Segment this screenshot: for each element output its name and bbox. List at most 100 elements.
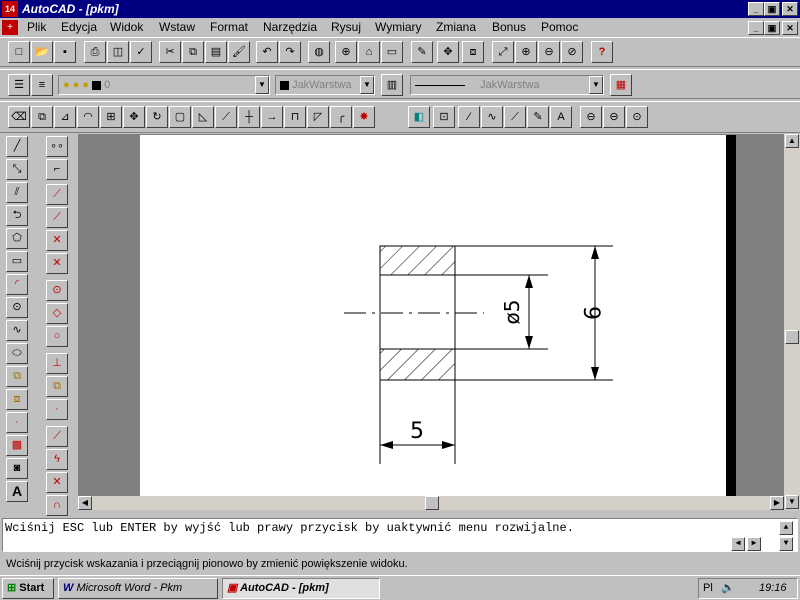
- pan-icon[interactable]: ✥: [437, 41, 459, 63]
- scroll-right-icon[interactable]: ▶: [770, 496, 784, 510]
- ucs-icon[interactable]: ▭: [381, 41, 403, 63]
- break-icon[interactable]: ⊓: [284, 106, 306, 128]
- doc-restore-button[interactable]: ▣: [764, 21, 780, 35]
- cut-icon[interactable]: ✂: [159, 41, 181, 63]
- chevron-down-icon[interactable]: ▼: [255, 76, 269, 94]
- object-snap-icon[interactable]: ⊕: [335, 41, 357, 63]
- menu-rysuj[interactable]: Rysuj: [331, 18, 361, 37]
- zoom-previous-icon[interactable]: ⊖: [538, 41, 560, 63]
- edit-multiline-icon[interactable]: ∕: [458, 106, 480, 128]
- polygon-icon[interactable]: ⬠: [6, 228, 28, 249]
- line-icon[interactable]: ╱: [6, 136, 28, 157]
- menu-narzedzia[interactable]: Narzędzia: [263, 18, 317, 37]
- doc-close-button[interactable]: ✕: [782, 21, 798, 35]
- menu-format[interactable]: Format: [210, 18, 248, 37]
- lower-hatched-section[interactable]: [379, 348, 456, 381]
- scroll-thumb-horizontal[interactable]: [425, 496, 439, 510]
- chamfer-icon[interactable]: ◸: [307, 106, 329, 128]
- circle-icon[interactable]: ⊙: [6, 297, 28, 318]
- stretch-icon[interactable]: ◺: [192, 106, 214, 128]
- chevron-down-icon[interactable]: ▼: [360, 76, 374, 94]
- snap-apparent-intersection-icon[interactable]: ✕: [46, 253, 68, 274]
- color-combo[interactable]: JakWarstwa ▼: [275, 75, 375, 95]
- restore-button[interactable]: ▣: [764, 2, 780, 16]
- dimension-text-hole[interactable]: ø5: [500, 300, 524, 325]
- close-button[interactable]: ✕: [782, 2, 798, 16]
- snap-center-icon[interactable]: ⊙: [46, 280, 68, 301]
- clock[interactable]: 19:16: [759, 579, 787, 598]
- edit-text-a-icon[interactable]: A: [550, 106, 572, 128]
- copy-object-icon[interactable]: ⧉: [31, 106, 53, 128]
- union-icon[interactable]: ⊖: [580, 106, 602, 128]
- edit-hatch-icon[interactable]: ∿: [481, 106, 503, 128]
- cmd-scroll-left-icon[interactable]: ◀: [731, 537, 745, 551]
- menu-edycja[interactable]: Edycja: [61, 18, 97, 37]
- cmd-scroll-right-icon[interactable]: ▶: [747, 537, 761, 551]
- upper-hatched-section[interactable]: [379, 245, 456, 276]
- snap-quick-icon[interactable]: ϟ: [46, 449, 68, 470]
- doc-minimize-button[interactable]: _: [748, 21, 764, 35]
- menu-wstaw[interactable]: Wstaw: [159, 18, 195, 37]
- snap-quadrant-icon[interactable]: ◇: [46, 303, 68, 324]
- explode-icon[interactable]: ✸: [353, 106, 375, 128]
- region-icon[interactable]: ◙: [6, 458, 28, 479]
- scroll-up-icon[interactable]: ▲: [785, 134, 799, 148]
- help-icon[interactable]: ?: [591, 41, 613, 63]
- menu-pomoc[interactable]: Pomoc: [541, 18, 578, 37]
- rotate-icon[interactable]: ↻: [146, 106, 168, 128]
- menu-wymiary[interactable]: Wymiary: [375, 18, 422, 37]
- array-icon[interactable]: ⊞: [100, 106, 122, 128]
- horizontal-scrollbar[interactable]: ◀ ▶: [78, 496, 784, 510]
- linetype-combo[interactable]: JakWarstwa ▼: [410, 75, 604, 95]
- fillet-icon[interactable]: ╭: [330, 106, 352, 128]
- offset-icon[interactable]: ◠: [77, 106, 99, 128]
- spell-check-icon[interactable]: ✓: [130, 41, 152, 63]
- scroll-thumb-vertical[interactable]: [785, 330, 799, 344]
- intersect-icon[interactable]: ⊙: [626, 106, 648, 128]
- open-folder-icon[interactable]: 📂: [31, 41, 53, 63]
- move-icon[interactable]: ✥: [123, 106, 145, 128]
- language-indicator[interactable]: Pl: [703, 579, 713, 598]
- pencil-icon[interactable]: ✎: [411, 41, 433, 63]
- new-file-icon[interactable]: □: [8, 41, 30, 63]
- chevron-down-icon[interactable]: ▼: [589, 76, 603, 94]
- menu-plik[interactable]: Plik: [27, 18, 46, 37]
- temporary-tracking-icon[interactable]: ∘∘: [46, 136, 68, 157]
- match-properties-icon[interactable]: 🖌: [228, 41, 250, 63]
- construction-line-icon[interactable]: ⤡: [6, 159, 28, 180]
- snap-intersection-icon[interactable]: ✕: [46, 230, 68, 251]
- snap-none-icon[interactable]: ✕: [46, 472, 68, 493]
- spline-icon[interactable]: ∿: [6, 320, 28, 341]
- cmd-scroll-up-icon[interactable]: ▲: [779, 521, 793, 535]
- snap-tangent-icon[interactable]: ○: [46, 326, 68, 347]
- save-icon[interactable]: ▪: [54, 41, 76, 63]
- snap-insertion-icon[interactable]: ⧉: [46, 376, 68, 397]
- tracking-icon[interactable]: ⌂: [358, 41, 380, 63]
- command-window[interactable]: Wciśnij ESC lub ENTER by wyjść lub prawy…: [2, 518, 798, 552]
- cmd-scroll-down-icon[interactable]: ▼: [779, 537, 793, 551]
- zoom-extents-icon[interactable]: ⊘: [561, 41, 583, 63]
- polyline-icon[interactable]: ⮌: [6, 205, 28, 226]
- snap-node-icon[interactable]: ·: [46, 399, 68, 420]
- drawing-canvas[interactable]: 5 ø5 9: [140, 135, 726, 496]
- lengthen-icon[interactable]: ⟋: [215, 106, 237, 128]
- snap-midpoint-icon[interactable]: ⟋: [46, 207, 68, 228]
- zoom-window-icon[interactable]: ⤢: [492, 41, 514, 63]
- start-button[interactable]: ⊞ Start: [2, 578, 54, 599]
- insert-block-icon[interactable]: ⧉: [6, 366, 28, 387]
- layer-combo[interactable]: ● ● ● 0 ▼: [58, 75, 270, 95]
- minimize-button[interactable]: _: [748, 2, 764, 16]
- scroll-left-icon[interactable]: ◀: [78, 496, 92, 510]
- linetype-manager-icon[interactable]: ▥: [381, 74, 403, 96]
- edit-text-icon[interactable]: ✎: [527, 106, 549, 128]
- zoom-realtime-icon[interactable]: ⊕: [515, 41, 537, 63]
- properties-icon[interactable]: ▦: [610, 74, 632, 96]
- paste-icon[interactable]: ▤: [205, 41, 227, 63]
- make-block-icon[interactable]: ⧈: [6, 389, 28, 410]
- print-icon[interactable]: ⎙: [84, 41, 106, 63]
- speaker-icon[interactable]: 🔈: [721, 579, 735, 598]
- scroll-down-icon[interactable]: ▼: [785, 495, 799, 509]
- extend-icon[interactable]: →: [261, 106, 283, 128]
- ellipse-icon[interactable]: ⬭: [6, 343, 28, 364]
- menu-zmiana[interactable]: Zmiana: [436, 18, 476, 37]
